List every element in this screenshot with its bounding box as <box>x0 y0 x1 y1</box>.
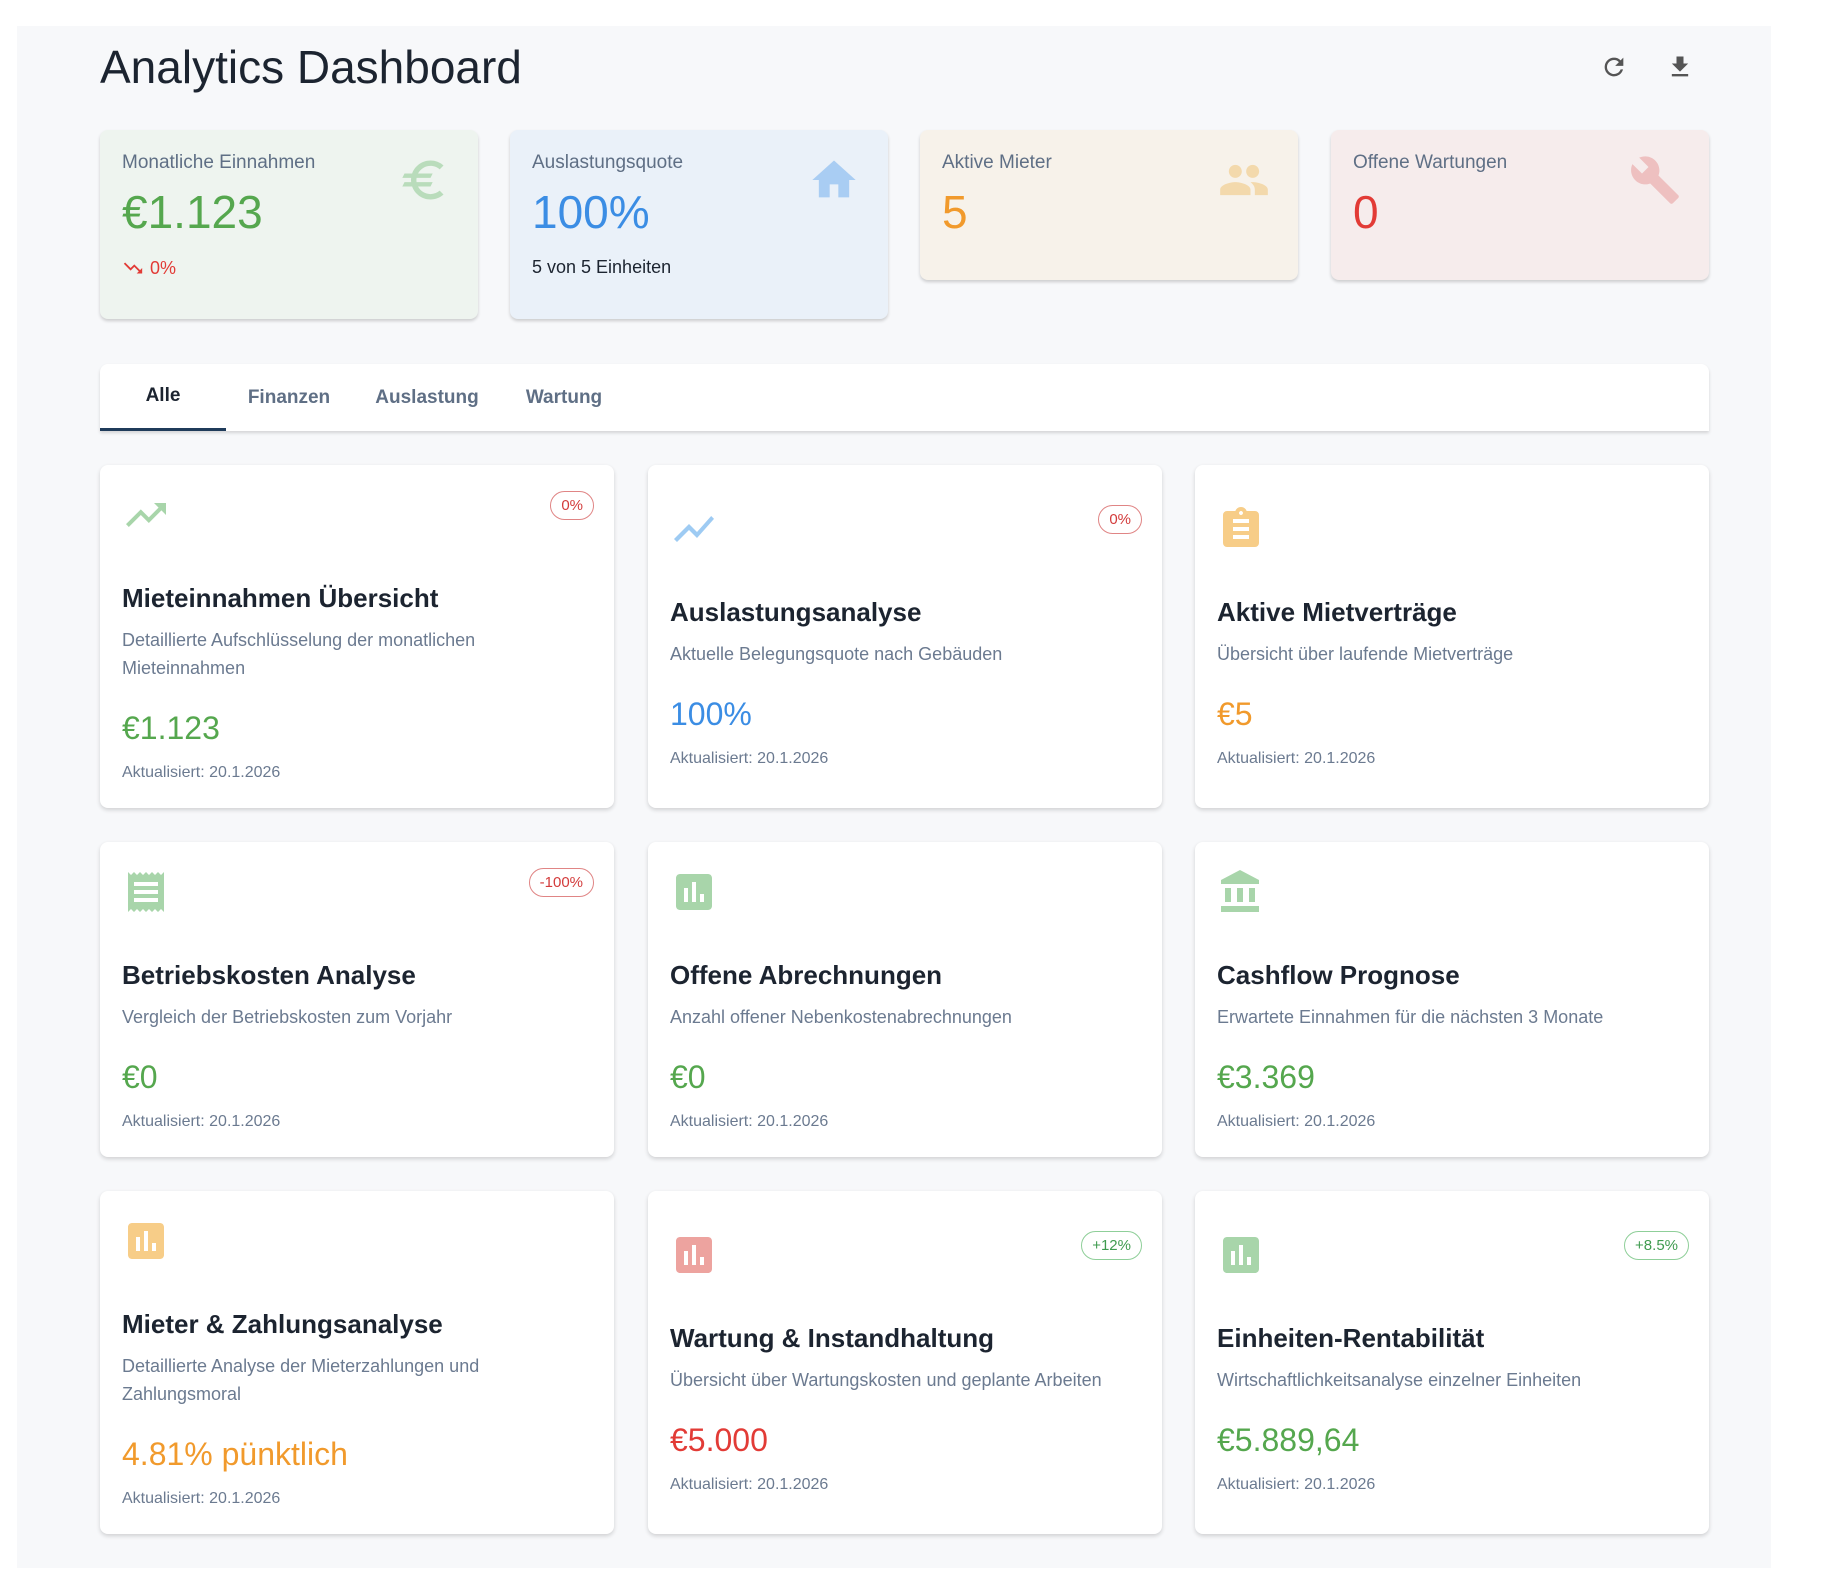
card-header: 0% <box>670 505 1142 555</box>
card-updated: Aktualisiert: 20.1.2026 <box>122 764 281 781</box>
card-value: €5.000 <box>670 1422 768 1458</box>
card-header <box>1217 868 1687 918</box>
card-header: +12% <box>670 1231 1142 1281</box>
bar-chart-icon <box>128 1223 164 1259</box>
card-title: Aktive Mietverträge <box>1217 597 1457 627</box>
tab-wartung[interactable]: Wartung <box>514 364 614 431</box>
change-badge: +12% <box>1081 1231 1142 1260</box>
card-updated: Aktualisiert: 20.1.2026 <box>122 1113 281 1130</box>
card-description: Anzahl offener Nebenkostenabrechnungen <box>670 1007 1012 1027</box>
clipboard-icon <box>1223 507 1259 547</box>
stat-value: 100% <box>532 186 650 238</box>
card-updated: Aktualisiert: 20.1.2026 <box>122 1490 281 1507</box>
tab-finanzen[interactable]: Finanzen <box>239 364 339 431</box>
stat-label: Auslastungsquote <box>532 152 684 173</box>
card-header: 0% <box>122 491 594 541</box>
card-title: Einheiten-Rentabilität <box>1217 1323 1485 1353</box>
stat-trend-value: 0% <box>150 257 177 278</box>
card-description: Detaillierte Aufschlüsselung der monatli… <box>122 630 476 678</box>
card-value: €0 <box>670 1059 706 1095</box>
receipt-icon <box>128 872 164 912</box>
card-updated: Aktualisiert: 20.1.2026 <box>1217 750 1376 767</box>
refresh-icon <box>1604 57 1624 77</box>
download-button[interactable] <box>1663 50 1697 84</box>
card-title: Offene Abrechnungen <box>670 960 943 990</box>
trending-up-icon <box>126 503 166 527</box>
card-header: +8.5% <box>1217 1231 1689 1281</box>
card-title: Mieter & Zahlungsanalyse <box>122 1309 443 1339</box>
card-updated: Aktualisiert: 20.1.2026 <box>670 750 829 767</box>
card-updated: Aktualisiert: 20.1.2026 <box>1217 1113 1376 1130</box>
tab-auslastung[interactable]: Auslastung <box>370 364 484 431</box>
card-title: Betriebskosten Analyse <box>122 960 416 990</box>
card-title: Mieteinnahmen Übersicht <box>122 583 439 613</box>
card-header: -100% <box>122 868 594 918</box>
tab-alle[interactable]: Alle <box>100 364 226 431</box>
card-description: Übersicht über Wartungskosten und geplan… <box>670 1370 1102 1390</box>
analysis-card-offene-abrechnungen[interactable]: Offene Abrechnungen Anzahl offener Neben… <box>648 842 1162 1157</box>
analysis-card-einheiten-rentabilität[interactable]: +8.5% Einheiten-Rentabilität Wirtschaftl… <box>1195 1191 1709 1534</box>
card-header <box>670 868 1140 918</box>
analysis-card-wartung-instandhaltung[interactable]: +12% Wartung & Instandhaltung Übersicht … <box>648 1191 1162 1534</box>
stat-value: €1.123 <box>122 186 263 238</box>
card-value: €1.123 <box>122 710 220 746</box>
card-description: Vergleich der Betriebskosten zum Vorjahr <box>122 1007 453 1027</box>
card-updated: Aktualisiert: 20.1.2026 <box>670 1113 829 1130</box>
card-title: Cashflow Prognose <box>1217 960 1460 990</box>
card-description: Übersicht über laufende Mietverträge <box>1217 644 1514 664</box>
page-title: Analytics Dashboard <box>100 41 522 93</box>
category-tabs: Alle Finanzen Auslastung Wartung <box>100 364 1709 431</box>
card-updated: Aktualisiert: 20.1.2026 <box>1217 1476 1376 1493</box>
show-chart-icon <box>674 516 714 542</box>
change-badge: 0% <box>550 491 594 520</box>
change-badge: -100% <box>528 868 594 897</box>
stat-sub: 5 von 5 Einheiten <box>532 257 672 277</box>
download-icon <box>1671 56 1689 77</box>
bank-icon <box>1221 870 1259 912</box>
stat-card-open-maintenance: Offene Wartungen 0 <box>1331 130 1709 280</box>
card-value: €5.889,64 <box>1217 1422 1360 1458</box>
change-badge: +8.5% <box>1624 1231 1689 1260</box>
analysis-card-cashflow-prognose[interactable]: Cashflow Prognose Erwartete Einnahmen fü… <box>1195 842 1709 1157</box>
stat-label: Monatliche Einnahmen <box>122 152 316 173</box>
card-description: Erwartete Einnahmen für die nächsten 3 M… <box>1217 1007 1604 1027</box>
card-header <box>122 1217 592 1267</box>
card-description: Wirtschaftlichkeitsanalyse einzelner Ein… <box>1217 1370 1582 1390</box>
card-title: Auslastungsanalyse <box>670 597 922 627</box>
change-badge: 0% <box>1098 505 1142 534</box>
trending-down-icon <box>123 262 143 274</box>
card-description: Aktuelle Belegungsquote nach Gebäuden <box>670 644 1003 664</box>
analysis-card-aktive-mietverträge[interactable]: Aktive Mietverträge Übersicht über laufe… <box>1195 465 1709 808</box>
card-value: €0 <box>122 1059 158 1095</box>
card-title: Wartung & Instandhaltung <box>670 1323 994 1353</box>
home-icon <box>812 160 856 198</box>
bar-chart-icon <box>1223 1237 1259 1273</box>
analysis-card-betriebskosten-analyse[interactable]: -100% Betriebskosten Analyse Vergleich d… <box>100 842 614 1157</box>
bar-chart-icon <box>676 874 712 910</box>
analysis-card-mieter-zahlungsanalyse[interactable]: Mieter & Zahlungsanalyse Detaillierte An… <box>100 1191 614 1534</box>
bar-chart-icon <box>676 1237 712 1273</box>
stat-card-monthly-income: Monatliche Einnahmen €1.123 0% <box>100 130 478 319</box>
refresh-button[interactable] <box>1597 50 1631 84</box>
wrench-icon <box>1631 156 1679 204</box>
people-icon <box>1220 164 1268 196</box>
stat-label: Aktive Mieter <box>942 152 1052 173</box>
euro-icon <box>402 160 444 200</box>
analysis-card-mieteinnahmen-übersicht[interactable]: 0% Mieteinnahmen Übersicht Detaillierte … <box>100 465 614 808</box>
card-value: 4.81% pünktlich <box>122 1436 348 1472</box>
stat-value: 5 <box>942 186 968 238</box>
card-value: €3.369 <box>1217 1059 1315 1095</box>
card-header <box>1217 505 1687 555</box>
analysis-card-auslastungsanalyse[interactable]: 0% Auslastungsanalyse Aktuelle Belegungs… <box>648 465 1162 808</box>
stat-label: Offene Wartungen <box>1353 152 1508 173</box>
stat-card-active-tenants: Aktive Mieter 5 <box>920 130 1298 280</box>
card-updated: Aktualisiert: 20.1.2026 <box>670 1476 829 1493</box>
stat-card-occupancy: Auslastungsquote 100% 5 von 5 Einheiten <box>510 130 888 319</box>
card-description: Detaillierte Analyse der Mieterzahlungen… <box>122 1356 480 1404</box>
stat-trend: 0% <box>122 257 176 279</box>
card-value: 100% <box>670 696 752 732</box>
stat-value: 0 <box>1353 186 1379 238</box>
card-value: €5 <box>1217 696 1253 732</box>
